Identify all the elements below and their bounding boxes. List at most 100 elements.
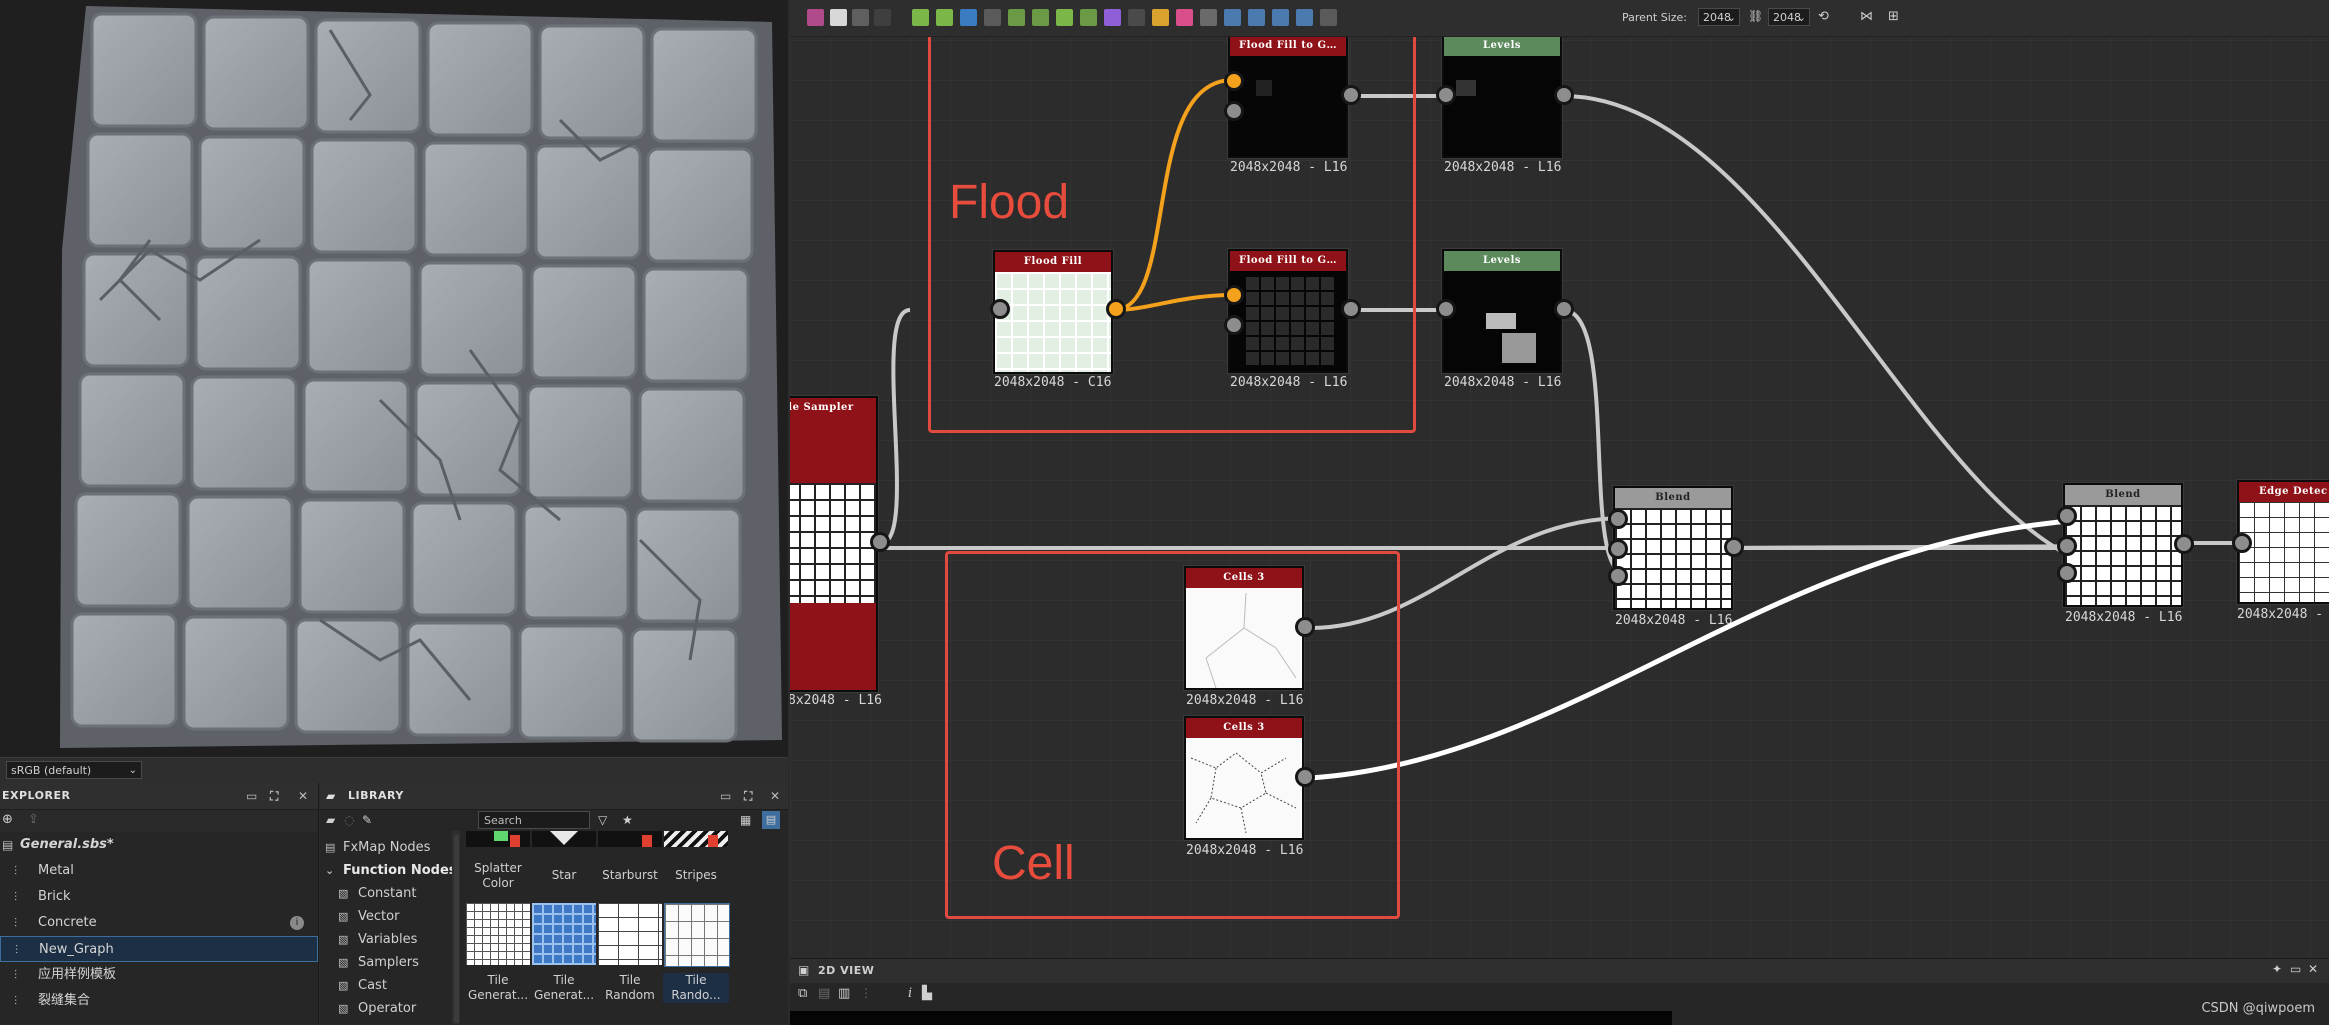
output-port[interactable] — [1554, 299, 1574, 319]
minimize-icon[interactable]: ▭ — [246, 783, 258, 809]
output-port[interactable] — [1554, 85, 1574, 105]
image-tool-icon[interactable] — [807, 9, 824, 26]
maximize-icon[interactable]: ⛶ — [270, 783, 279, 809]
input-port[interactable] — [1436, 85, 1456, 105]
input-port[interactable] — [1224, 71, 1244, 91]
tool-icon[interactable] — [1272, 9, 1289, 26]
minimize-icon[interactable]: ▭ — [720, 783, 732, 809]
edit-icon[interactable]: ✎ — [362, 813, 372, 827]
close-icon[interactable]: ✕ — [770, 783, 781, 809]
frame-tool-icon[interactable] — [830, 9, 847, 26]
minimize-icon[interactable]: ▭ — [2290, 962, 2301, 976]
library-search-input[interactable]: Search — [478, 811, 590, 829]
input-port[interactable] — [1224, 315, 1244, 335]
thumb-tile-generator-2[interactable] — [532, 903, 596, 965]
input-port[interactable] — [1436, 299, 1456, 319]
refresh-icon[interactable]: ◌ — [344, 813, 354, 827]
save-icon[interactable]: ▤ — [818, 986, 830, 1001]
frame-cell[interactable]: Cell — [945, 551, 1400, 919]
input-port[interactable] — [1224, 285, 1244, 305]
thumb-tile-random[interactable] — [598, 903, 662, 965]
node-cells-3-2[interactable]: Cells 3 — [1184, 716, 1304, 840]
tool-icon[interactable] — [936, 9, 953, 26]
thumb-starburst[interactable] — [598, 831, 662, 847]
output-port[interactable] — [1295, 767, 1315, 787]
tool-icon[interactable] — [1080, 9, 1097, 26]
node-levels-2[interactable]: Levels — [1442, 249, 1562, 373]
category-cast[interactable]: ▧ Cast — [320, 974, 470, 997]
node-blend-1[interactable]: Blend — [1613, 486, 1733, 610]
tool-icon[interactable] — [1296, 9, 1313, 26]
input-port[interactable] — [2057, 506, 2077, 526]
output-port[interactable] — [1295, 617, 1315, 637]
scrollbar-thumb[interactable] — [454, 835, 459, 1023]
thumb-stripes[interactable] — [664, 831, 728, 847]
tree-item-new-graph[interactable]: ⫶ New_Graph — [0, 936, 318, 962]
tool-icon[interactable] — [1224, 9, 1241, 26]
output-port[interactable] — [1341, 299, 1361, 319]
tool-icon[interactable] — [1248, 9, 1265, 26]
reset-icon[interactable]: ⟲ — [1818, 9, 1829, 24]
tool-icon[interactable] — [1056, 9, 1073, 26]
output-port[interactable] — [1106, 299, 1126, 319]
thumb-tile-generator-1[interactable] — [466, 903, 530, 965]
link-icon[interactable]: ⛓ — [1748, 9, 1763, 23]
input-port[interactable] — [2232, 533, 2252, 553]
tool-icon[interactable] — [1128, 9, 1145, 26]
pin-icon[interactable]: ✦ — [2272, 962, 2282, 976]
export-icon[interactable]: ⇪ — [28, 812, 39, 827]
close-icon[interactable]: ✕ — [2308, 962, 2318, 976]
colorspace-select[interactable]: sRGB (default) ⌄ — [6, 761, 142, 779]
tree-package[interactable]: ▤ General.sbs* — [0, 832, 318, 858]
tool-icon[interactable] — [1032, 9, 1049, 26]
tree-item-concrete[interactable]: ⫶ Concrete i — [0, 910, 318, 936]
add-folder-icon[interactable]: ▰ — [326, 813, 335, 827]
output-port[interactable] — [1724, 537, 1744, 557]
parent-size-select-a[interactable]: 2048 ⌄ — [1698, 8, 1740, 26]
input-port[interactable] — [2057, 536, 2077, 556]
thumb-star[interactable] — [532, 831, 596, 847]
node-tile-sampler[interactable]: ile Sampler — [790, 396, 878, 692]
output-port[interactable] — [1341, 85, 1361, 105]
tool-icon[interactable] — [1104, 9, 1121, 26]
info-icon[interactable]: i — [290, 916, 304, 930]
color-tool-icon[interactable] — [852, 9, 869, 26]
filter-icon[interactable]: ▽ — [598, 813, 607, 827]
node-flood-fill-to-gray-1[interactable]: Flood Fill to G… — [1228, 34, 1348, 158]
tool-icon[interactable] — [1176, 9, 1193, 26]
category-fxmap[interactable]: ▤ FxMap Nodes — [320, 836, 470, 859]
tree-item-cracks[interactable]: ⫶ 裂缝集合 — [0, 988, 318, 1014]
output-port[interactable] — [2174, 534, 2194, 554]
channel-icon[interactable]: ⋮ — [860, 986, 872, 1000]
favorite-icon[interactable]: ★ — [622, 813, 633, 827]
input-port[interactable] — [1608, 509, 1628, 529]
tree-item-brick[interactable]: ⫶ Brick — [0, 884, 318, 910]
align-icon[interactable]: ⋈ — [1860, 9, 1873, 24]
category-vector[interactable]: ▧ Vector — [320, 905, 470, 928]
2d-view-canvas[interactable] — [790, 1011, 1672, 1025]
grid-view-icon[interactable]: ▦ — [740, 813, 751, 827]
input-port[interactable] — [1608, 539, 1628, 559]
thumb-splatter-color[interactable] — [466, 831, 530, 847]
output-port[interactable] — [870, 532, 890, 552]
node-cells-3-1[interactable]: Cells 3 — [1184, 566, 1304, 690]
node-levels-1[interactable]: Levels — [1442, 34, 1562, 158]
tree-item-metal[interactable]: ⫶ Metal — [0, 858, 318, 884]
shuffle-tool-icon[interactable] — [874, 9, 891, 26]
tool-icon[interactable] — [984, 9, 1001, 26]
thumb-tile-random-2[interactable] — [664, 903, 730, 967]
copy-icon[interactable]: ▥ — [838, 986, 850, 1001]
tool-icon[interactable] — [1200, 9, 1217, 26]
parent-size-select-b[interactable]: 2048 ⌄ — [1768, 8, 1810, 26]
category-variables[interactable]: ▧ Variables — [320, 928, 470, 951]
tool-icon[interactable] — [912, 9, 929, 26]
node-flood-fill-to-gray-2[interactable]: Flood Fill to G… — [1228, 249, 1348, 373]
input-port[interactable] — [990, 299, 1010, 319]
graph-canvas[interactable]: Flood Cell ile Sampler 8x2048 - L16 Floo… — [790, 0, 2329, 958]
tool-icon[interactable] — [1152, 9, 1169, 26]
3d-viewport[interactable] — [0, 0, 788, 757]
input-port[interactable] — [2057, 563, 2077, 583]
info-icon[interactable]: i — [908, 986, 912, 1001]
layout-icon[interactable]: ⊞ — [1888, 9, 1899, 24]
input-port[interactable] — [1224, 101, 1244, 121]
